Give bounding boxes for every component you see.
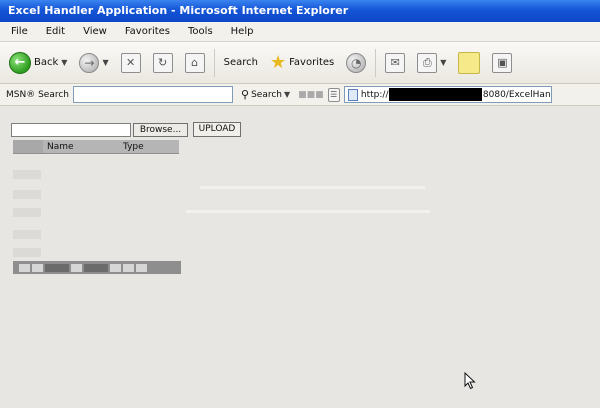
forward-arrow-icon: →: [79, 52, 100, 73]
msn-search-button-label: Search: [251, 89, 282, 100]
menu-bar: File Edit View Favorites Tools Help: [0, 22, 600, 42]
mail-icon: ✉: [385, 52, 406, 73]
redacted-host: [389, 88, 482, 101]
grid-row[interactable]: [13, 190, 41, 199]
grid-row[interactable]: [13, 208, 41, 217]
print-button[interactable]: ⎙ ▼: [414, 48, 449, 78]
toolbar-separator: [213, 48, 215, 77]
menu-file[interactable]: File: [4, 22, 35, 42]
menu-tools[interactable]: Tools: [181, 22, 220, 42]
print-dropdown-icon[interactable]: ▼: [440, 58, 446, 67]
pager-page[interactable]: [84, 263, 108, 272]
discuss-icon: ▣: [492, 52, 513, 73]
edit-button[interactable]: [455, 48, 483, 78]
grid-header-type[interactable]: Type: [119, 140, 179, 153]
file-upload-row: Browse... UPLOAD: [11, 122, 241, 137]
pager-page[interactable]: [123, 263, 134, 272]
address-prefix: http://: [360, 89, 389, 100]
file-path-input[interactable]: [11, 122, 131, 137]
faded-text-line: [186, 210, 430, 213]
browse-button[interactable]: Browse...: [133, 122, 188, 137]
forward-dropdown-icon[interactable]: ▼: [102, 58, 108, 67]
msn-search-button[interactable]: ⚲ Search ▼: [237, 88, 294, 101]
pager-page[interactable]: [19, 263, 30, 272]
back-button[interactable]: ← Back ▼: [6, 48, 70, 78]
window-title: Excel Handler Application - Microsoft In…: [8, 4, 349, 17]
pager-page[interactable]: [71, 263, 82, 272]
data-grid-header: Name Type: [13, 140, 179, 154]
discuss-button[interactable]: ▣: [489, 48, 515, 78]
search-label: Search: [223, 57, 258, 68]
highlight-icon[interactable]: ■■■: [298, 90, 324, 100]
history-button[interactable]: ◔: [343, 48, 369, 78]
home-button[interactable]: ⌂: [182, 48, 208, 78]
grid-header-name[interactable]: Name: [43, 140, 119, 153]
grid-row[interactable]: [13, 170, 41, 179]
window-title-bar[interactable]: Excel Handler Application - Microsoft In…: [0, 0, 600, 22]
address-icon: ☰: [327, 87, 340, 102]
mail-button[interactable]: ✉: [382, 48, 408, 78]
pager-page[interactable]: [136, 263, 147, 272]
search-dropdown-icon[interactable]: ▼: [284, 90, 290, 99]
msn-search-input[interactable]: [73, 86, 233, 103]
msn-search-label: MSN® Search: [6, 89, 69, 100]
forward-button[interactable]: → ▼: [76, 48, 111, 78]
pager-current-page[interactable]: [45, 263, 69, 272]
toolbar-separator: [375, 48, 377, 77]
address-bar: MSN® Search ⚲ Search ▼ ■■■ ☰ http:// 808…: [0, 84, 600, 106]
upload-button[interactable]: UPLOAD: [193, 122, 241, 137]
pager-page[interactable]: [32, 263, 43, 272]
menu-help[interactable]: Help: [224, 22, 261, 42]
back-dropdown-icon[interactable]: ▼: [61, 58, 67, 67]
search-icon: ⚲: [241, 88, 250, 101]
pager-page[interactable]: [110, 263, 121, 272]
favorites-label: Favorites: [289, 57, 335, 68]
grid-pager: [13, 261, 181, 274]
search-button[interactable]: Search: [221, 48, 261, 78]
page-content: Browse... UPLOAD Name Type: [0, 106, 600, 408]
address-input[interactable]: http:// 8080/ExcelHan: [343, 86, 552, 103]
favorites-button[interactable]: ★ Favorites: [267, 48, 337, 78]
favorites-star-icon: ★: [269, 51, 287, 73]
history-icon: ◔: [346, 52, 367, 73]
grid-row[interactable]: [13, 230, 41, 239]
grid-header-select: [13, 140, 43, 153]
standard-toolbar: ← Back ▼ → ▼ ✕ ↻ ⌂ Search ★ Favorites ◔ …: [0, 42, 600, 84]
refresh-button[interactable]: ↻: [150, 48, 176, 78]
refresh-icon: ↻: [152, 52, 173, 73]
menu-favorites[interactable]: Favorites: [118, 22, 177, 42]
faded-text-line: [200, 186, 425, 189]
address-suffix: 8080/ExcelHan: [482, 89, 551, 100]
stop-button[interactable]: ✕: [118, 48, 144, 78]
home-icon: ⌂: [184, 52, 205, 73]
back-label: Back: [34, 57, 59, 68]
menu-edit[interactable]: Edit: [39, 22, 72, 42]
page-icon: [347, 88, 358, 101]
print-icon: ⎙: [417, 52, 438, 73]
mouse-cursor-icon: [464, 372, 476, 390]
grid-row[interactable]: [13, 248, 41, 257]
edit-icon: [458, 51, 481, 74]
stop-icon: ✕: [120, 52, 141, 73]
menu-view[interactable]: View: [76, 22, 114, 42]
back-arrow-icon: ←: [9, 51, 31, 74]
